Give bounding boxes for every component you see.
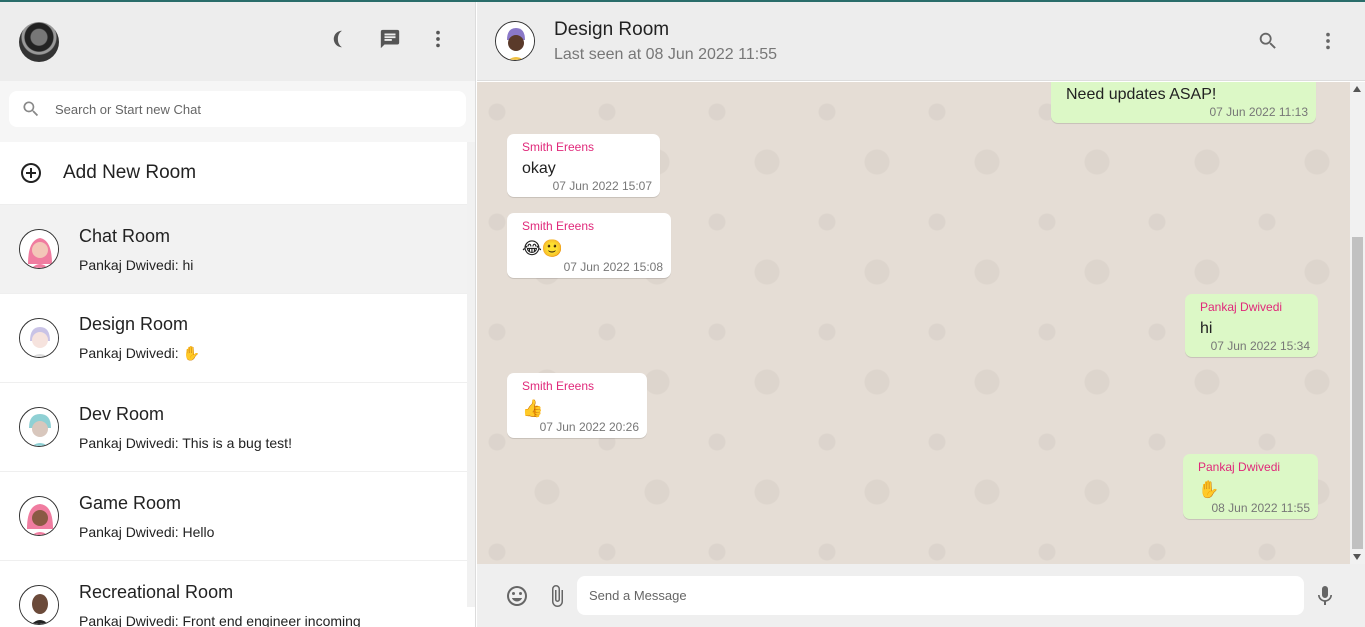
room-item-design-room[interactable]: Design Room Pankaj Dwivedi: ✋ — [0, 294, 467, 383]
message-bubble: Pankaj Dwivedi ✋ 08 Jun 2022 11:55 — [1183, 454, 1318, 519]
room-last-message: Pankaj Dwivedi: Front end engineer incom… — [79, 612, 361, 627]
message-author: Pankaj Dwivedi — [1198, 460, 1281, 474]
room-avatar — [19, 496, 59, 536]
message-bubble: Pankaj Dwivedi hi 07 Jun 2022 15:34 — [1185, 294, 1318, 357]
room-name: Recreational Room — [79, 581, 234, 602]
message-author: Pankaj Dwivedi — [1200, 300, 1283, 314]
search-area — [0, 81, 475, 142]
room-list: Add New Room Chat Room Pankaj Dwivedi: h… — [0, 142, 467, 627]
sidebar-header — [0, 2, 475, 81]
sidebar-actions — [331, 28, 449, 50]
emoji-icon[interactable] — [505, 584, 529, 613]
chat-actions — [1257, 30, 1339, 52]
message-area: Need updates ASAP! 07 Jun 2022 11:13 Smi… — [477, 82, 1365, 564]
chat-header: Design Room Last seen at 08 Jun 2022 11:… — [477, 2, 1365, 81]
message-text: okay — [522, 160, 556, 177]
message-composer — [477, 564, 1365, 627]
search-icon[interactable] — [1257, 30, 1279, 52]
room-avatar — [19, 585, 59, 625]
room-item-recreational-room[interactable]: Recreational Room Pankaj Dwivedi: Front … — [0, 561, 467, 627]
room-avatar — [19, 318, 59, 358]
search-box — [9, 91, 466, 127]
message-time: 07 Jun 2022 11:13 — [1209, 105, 1308, 119]
room-item-game-room[interactable]: Game Room Pankaj Dwivedi: Hello — [0, 472, 467, 561]
room-avatar — [19, 407, 59, 447]
message-input[interactable] — [577, 576, 1304, 615]
scroll-up-arrow[interactable] — [1353, 86, 1361, 92]
message-time: 07 Jun 2022 15:07 — [552, 179, 652, 193]
message-bubble: Smith Ereens 👍 07 Jun 2022 20:26 — [507, 373, 647, 438]
search-icon — [23, 101, 39, 117]
room-avatar[interactable] — [495, 21, 535, 61]
room-name: Chat Room — [79, 225, 171, 246]
last-seen: Last seen at 08 Jun 2022 11:55 — [554, 45, 777, 63]
message-bubble: Need updates ASAP! 07 Jun 2022 11:13 — [1051, 82, 1316, 123]
message-bubble: Smith Ereens okay 07 Jun 2022 15:07 — [507, 134, 660, 197]
room-last-message: Pankaj Dwivedi: This is a bug test! — [79, 434, 292, 451]
message-scrollbar[interactable] — [1350, 82, 1365, 564]
room-last-message: Pankaj Dwivedi: ✋ — [79, 345, 200, 361]
more-options-icon[interactable] — [1317, 30, 1339, 52]
room-item-chat-room[interactable]: Chat Room Pankaj Dwivedi: hi — [0, 205, 467, 294]
attach-icon[interactable] — [545, 584, 569, 613]
message-time: 07 Jun 2022 15:08 — [563, 260, 663, 274]
message-text: hi — [1200, 320, 1213, 337]
message-time: 08 Jun 2022 11:55 — [1211, 501, 1310, 515]
add-circle-icon — [21, 163, 41, 183]
add-room-button[interactable]: Add New Room — [0, 142, 467, 205]
message-bubble: Smith Ereens 😂🙂 07 Jun 2022 15:08 — [507, 213, 671, 278]
sidebar-scrollbar[interactable] — [467, 142, 475, 607]
room-item-dev-room[interactable]: Dev Room Pankaj Dwivedi: This is a bug t… — [0, 383, 467, 472]
microphone-icon[interactable] — [1313, 584, 1337, 613]
add-room-label: Add New Room — [63, 162, 197, 183]
user-avatar[interactable] — [19, 21, 59, 62]
message-time: 07 Jun 2022 15:34 — [1210, 339, 1310, 353]
scroll-thumb[interactable] — [1352, 237, 1363, 549]
message-text: ✋ — [1198, 480, 1220, 500]
message-text: Need updates ASAP! — [1066, 86, 1217, 103]
chat-title: Design Room — [554, 18, 670, 40]
room-name: Dev Room — [79, 403, 165, 424]
message-text: 😂🙂 — [522, 239, 564, 259]
room-last-message: Pankaj Dwivedi: hi — [79, 256, 194, 273]
message-author: Smith Ereens — [522, 379, 595, 393]
search-input[interactable] — [55, 101, 435, 117]
message-text: 👍 — [522, 399, 544, 419]
room-name: Design Room — [79, 314, 189, 334]
message-author: Smith Ereens — [522, 219, 595, 233]
room-avatar — [19, 229, 59, 269]
more-options-icon[interactable] — [427, 28, 449, 50]
scroll-down-arrow[interactable] — [1353, 554, 1361, 560]
sidebar: Add New Room Chat Room Pankaj Dwivedi: h… — [0, 2, 476, 627]
message-time: 07 Jun 2022 20:26 — [539, 420, 639, 434]
message-author: Smith Ereens — [522, 140, 595, 154]
room-name: Game Room — [79, 492, 182, 513]
chat-panel: Design Room Last seen at 08 Jun 2022 11:… — [477, 2, 1365, 627]
dark-mode-icon[interactable] — [331, 28, 353, 50]
room-last-message: Pankaj Dwivedi: Hello — [79, 523, 215, 540]
new-chat-icon[interactable] — [379, 28, 401, 50]
